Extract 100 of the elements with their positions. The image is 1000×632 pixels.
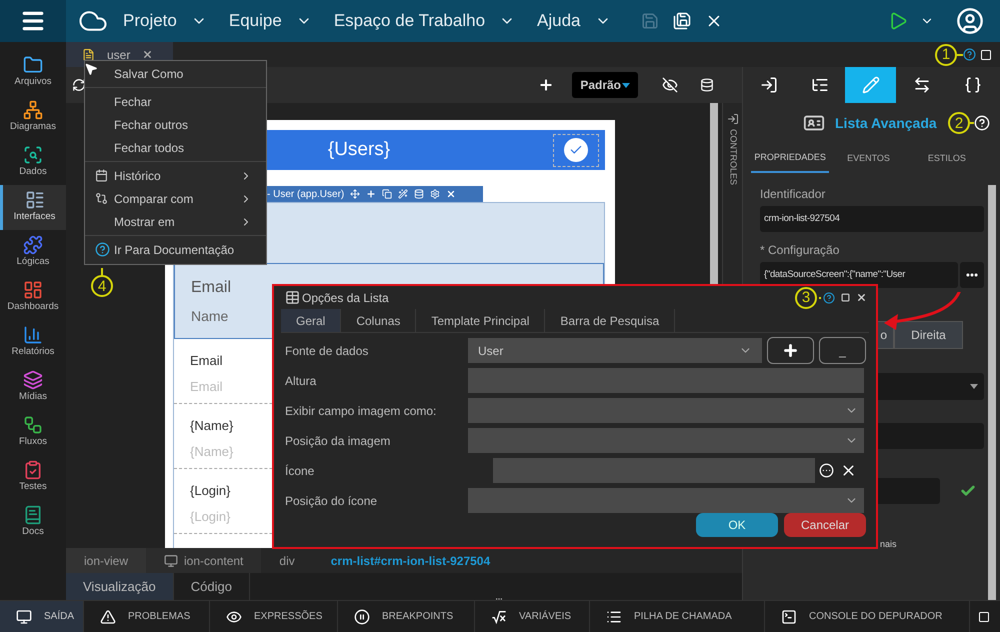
sidebar-item[interactable]: Diagramas — [0, 95, 66, 140]
sidebar-item[interactable]: Dashboards — [0, 275, 66, 320]
item-title: {Login} — [190, 482, 230, 500]
item-subtitle: Name — [191, 307, 228, 326]
more-button[interactable] — [960, 262, 984, 288]
panel-tab[interactable]: PILHA DE CHAMADA — [590, 601, 765, 632]
ellipsis-icon[interactable] — [819, 463, 834, 478]
menu-item[interactable]: Ir Para Documentação — [85, 238, 266, 261]
menu-item[interactable]: Espaço de Trabalho — [334, 8, 516, 34]
table-icon — [285, 290, 300, 305]
sidebar-item[interactable]: Testes — [0, 455, 66, 500]
field-label: * Configuração — [760, 242, 840, 259]
menu-item[interactable]: Equipe — [228, 8, 312, 34]
field-label: Identificador — [760, 186, 826, 203]
window-icon[interactable] — [978, 610, 990, 622]
dialog-tab[interactable]: Barra de Pesquisa — [545, 309, 676, 332]
dialog-tab[interactable]: Geral — [281, 309, 342, 332]
maximize-icon[interactable] — [841, 293, 850, 302]
caret-icon — [970, 384, 978, 389]
item-subtitle: {Login} — [190, 508, 230, 526]
select-field[interactable] — [468, 488, 864, 513]
select-field[interactable] — [468, 428, 864, 453]
database-icon[interactable] — [700, 78, 714, 92]
view-tab[interactable]: Visualização — [66, 573, 174, 600]
breadcrumb-item[interactable]: div — [261, 548, 313, 573]
sidebar-item[interactable]: Relatórios — [0, 320, 66, 365]
breadcrumb-item[interactable]: crm-list#crm-ion-list-927504 — [312, 548, 508, 573]
list-icon — [606, 608, 622, 624]
item-title: Email — [190, 352, 223, 370]
close-icon[interactable] — [446, 189, 456, 199]
wand-icon[interactable] — [398, 189, 408, 199]
panel-tab[interactable]: SAÍDA — [0, 601, 84, 632]
field-label: Exibir campo imagem como: — [284, 402, 438, 420]
item-title: Email — [191, 278, 232, 298]
sidebar-item[interactable]: Arquivos — [0, 50, 66, 95]
panel-tab[interactable]: VARIÁVEIS — [475, 601, 590, 632]
check-button[interactable] — [553, 134, 599, 166]
mode-dropdown[interactable]: Padrão — [572, 72, 638, 98]
menu-item[interactable]: Fechar todos — [85, 136, 266, 159]
save-all-button[interactable] — [672, 12, 691, 30]
menu-button[interactable] — [0, 0, 66, 42]
sidebar-item[interactable]: Interfaces — [0, 185, 66, 230]
radical-icon — [491, 608, 507, 624]
item-subtitle: Email — [190, 378, 223, 396]
login-icon — [760, 76, 778, 94]
close-icon[interactable] — [856, 292, 867, 303]
sidebar-item[interactable]: Docs — [0, 500, 66, 545]
eye-off-icon[interactable] — [662, 77, 678, 93]
cancel-button[interactable]: Cancelar — [784, 513, 866, 537]
menu-item[interactable]: Histórico — [85, 164, 266, 187]
gear-icon[interactable] — [430, 189, 440, 199]
sidebar-item[interactable]: Fluxos — [0, 410, 66, 455]
dialog-tab[interactable]: Template Principal — [416, 309, 546, 332]
component-title: Lista Avançada — [835, 114, 937, 133]
input-field[interactable] — [468, 368, 864, 393]
header-title: {Users} — [328, 138, 390, 162]
breadcrumb-item[interactable]: ion-view — [66, 548, 146, 573]
add-button[interactable] — [767, 337, 814, 364]
monitor-icon — [164, 554, 178, 568]
cursor-icon — [84, 61, 98, 77]
sidebar-item[interactable]: Lógicas — [0, 230, 66, 275]
window-icon[interactable] — [980, 48, 992, 60]
menu-item[interactable]: Fechar outros — [85, 113, 266, 136]
menu-item[interactable]: Fechar — [85, 90, 266, 113]
field-label: Fonte de dados — [284, 342, 370, 360]
input-field[interactable] — [493, 458, 815, 483]
controls-label[interactable]: CONTROLES — [726, 129, 740, 186]
menu-item[interactable]: Ajuda — [537, 8, 611, 34]
breadcrumb-item[interactable]: ion-content — [146, 548, 262, 573]
select-field[interactable]: User — [468, 338, 762, 363]
input-field[interactable]: crm-ion-list-927504 — [760, 206, 984, 232]
properties-tab[interactable]: ESTILOS — [908, 145, 986, 173]
tree-icon — [810, 76, 828, 94]
login-icon[interactable] — [726, 113, 738, 125]
menu-item[interactable]: Comparar com — [85, 187, 266, 210]
add-icon[interactable] — [538, 77, 554, 93]
sidebar-item[interactable]: Dados — [0, 140, 66, 185]
refresh-icon[interactable] — [72, 78, 86, 92]
menu-item[interactable]: Projeto — [123, 8, 207, 34]
select-field[interactable] — [468, 398, 864, 423]
panel-tab[interactable]: EXPRESSÕES — [210, 601, 338, 632]
properties-tab[interactable]: EVENTOS — [829, 145, 908, 173]
panel-tab[interactable]: BREAKPOINTS — [338, 601, 475, 632]
panel-tab[interactable]: PROBLEMAS — [84, 601, 210, 632]
ok-button[interactable]: OK — [696, 513, 778, 537]
sidebar-item[interactable]: Mídias — [0, 365, 66, 410]
segment-button[interactable]: Direita — [894, 321, 963, 349]
copy-icon[interactable] — [382, 189, 392, 199]
input-field[interactable]: {"dataSourceScreen":{"name":"User — [760, 262, 958, 288]
dialog-tab[interactable]: Colunas — [341, 309, 416, 332]
avatar-icon[interactable] — [956, 7, 984, 35]
panel-tab[interactable]: CONSOLE DO DEPURADOR — [765, 601, 970, 632]
annotation-marker: 3 — [795, 286, 817, 308]
move-icon[interactable] — [350, 189, 360, 199]
close-icon[interactable] — [142, 49, 154, 60]
remove-button[interactable]: _ — [819, 337, 866, 364]
braces-icon — [964, 76, 982, 94]
properties-tab[interactable]: PROPRIEDADES — [751, 145, 830, 173]
menu-item[interactable]: Mostrar em — [85, 210, 266, 233]
calendar-icon — [95, 169, 108, 182]
